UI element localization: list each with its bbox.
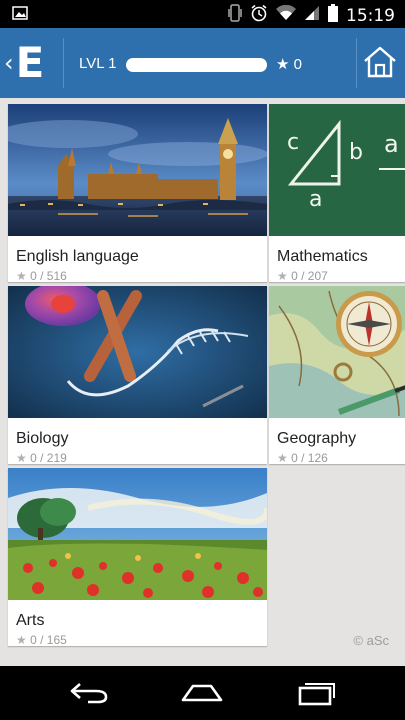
- divider: [63, 38, 64, 88]
- svg-text:c: c: [287, 130, 299, 155]
- subject-score-value: 0 / 126: [291, 451, 328, 465]
- subject-title: Geography: [277, 430, 357, 447]
- vibrate-icon: [228, 4, 242, 27]
- subject-card-english[interactable]: English language ★ 0 / 516: [8, 104, 267, 283]
- back-icon: [70, 683, 108, 704]
- level-progress-bar: [126, 58, 267, 72]
- arts-thumbnail: [8, 468, 267, 600]
- back-nav-button[interactable]: [68, 680, 110, 711]
- image-notification-icon: [12, 6, 28, 25]
- subject-score: ★ 0 / 219: [16, 451, 67, 465]
- app-logo: E: [15, 38, 45, 87]
- geography-thumbnail: [269, 286, 405, 418]
- copyright-credit: © aSc: [353, 633, 389, 648]
- star-icon: ★: [277, 269, 288, 283]
- svg-text:a: a: [384, 130, 399, 158]
- alarm-icon: [250, 4, 268, 27]
- clock-time: 15:19: [346, 5, 395, 26]
- subject-card-geography[interactable]: Geography ★ 0 / 126: [269, 286, 405, 465]
- star-icon: ★: [277, 451, 288, 465]
- home-nav-button[interactable]: [180, 680, 224, 711]
- back-button[interactable]: ‹ E: [0, 28, 62, 98]
- app-bar: ‹ E LVL 1 ★ 0: [0, 28, 405, 98]
- subject-score: ★ 0 / 207: [277, 269, 328, 283]
- recents-nav-button[interactable]: [296, 680, 336, 711]
- subject-card-mathematics[interactable]: c b a a Mathematics ★ 0 / 207: [269, 104, 405, 283]
- svg-text:a: a: [309, 187, 322, 212]
- battery-icon: [328, 4, 338, 27]
- subject-title: Biology: [16, 430, 69, 447]
- chevron-left-icon: ‹: [4, 49, 14, 77]
- subject-score-value: 0 / 516: [30, 269, 67, 283]
- subject-title: English language: [16, 248, 139, 265]
- subject-score-value: 0 / 165: [30, 633, 67, 647]
- subject-card-arts[interactable]: Arts ★ 0 / 165: [8, 468, 267, 647]
- subject-title: Arts: [16, 612, 45, 629]
- subject-score-value: 0 / 207: [291, 269, 328, 283]
- subject-score: ★ 0 / 126: [277, 451, 328, 465]
- subject-score: ★ 0 / 516: [16, 269, 67, 283]
- english-thumbnail: [8, 104, 267, 236]
- biology-thumbnail: [8, 286, 267, 418]
- subject-title: Mathematics: [277, 248, 368, 265]
- system-nav-bar: [0, 666, 405, 720]
- level-label: LVL 1: [79, 55, 117, 72]
- recents-icon: [298, 683, 335, 706]
- divider: [356, 38, 357, 88]
- wifi-icon: [276, 4, 296, 26]
- mathematics-thumbnail: c b a a: [269, 104, 405, 236]
- star-icon: ★: [16, 451, 27, 465]
- subject-score: ★ 0 / 165: [16, 633, 67, 647]
- home-icon: [181, 684, 223, 702]
- star-icon: ★: [16, 633, 27, 647]
- svg-text:b: b: [349, 140, 363, 165]
- subject-grid: English language ★ 0 / 516 c b a a Mathe…: [0, 98, 405, 666]
- signal-icon: [304, 5, 320, 26]
- star-icon: ★: [16, 269, 27, 283]
- subject-score-value: 0 / 219: [30, 451, 67, 465]
- home-icon: [364, 46, 396, 78]
- home-button[interactable]: [362, 44, 398, 85]
- status-bar: 15:19: [0, 0, 405, 28]
- stars-count: ★ 0: [276, 56, 302, 73]
- subject-card-biology[interactable]: Biology ★ 0 / 219: [8, 286, 267, 465]
